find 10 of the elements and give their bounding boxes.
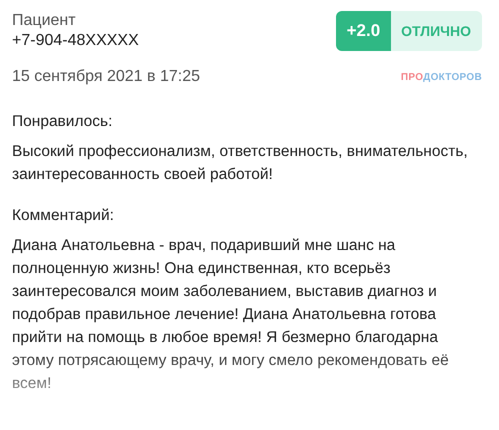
author-label: Пациент xyxy=(12,11,77,31)
section-title: Понравилось: xyxy=(12,112,114,132)
review-date: 15 сентября 2021 в 17:25 xyxy=(12,68,200,86)
section-text: Высокий профессионализм, ответственность, внимательность, заинтересованность своей работой! xyxy=(12,142,469,185)
logo: ПРОДОКТОРОВ xyxy=(400,72,482,82)
author-phone: +7-904-48XXXXX xyxy=(12,31,139,51)
rating-score: +2.0 xyxy=(336,11,392,51)
rating-label: ОТЛИЧНО xyxy=(391,11,482,51)
section-text: Диана Анатольевна - врач, подаривший мне шанс на полноценную жизнь! Она единственная, кто всерьёз заинтересовался моим заболеванием, выставив диагноз и подобрав правильное лечение! Диана Анатольевна готова прийти на помощь в любое время! Я безмерно благодарна этому потрясающему врачу, и могу смело рекомендовать её всем! xyxy=(12,236,450,394)
section-title: Комментарий: xyxy=(12,206,115,226)
